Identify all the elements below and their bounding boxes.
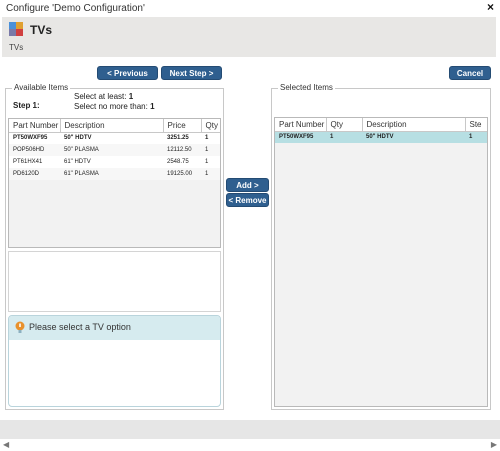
cell-qty: 1 xyxy=(201,156,220,168)
close-icon[interactable]: × xyxy=(487,1,494,13)
window-title: Configure 'Demo Configuration' xyxy=(6,3,145,14)
table-row[interactable]: PD6120D 61" PLASMA 19125.00 1 xyxy=(9,168,220,180)
cell-qty: 1 xyxy=(201,144,220,156)
cell-price: 3251.25 xyxy=(163,132,201,144)
cell-part-number: PT61HX41 xyxy=(9,156,60,168)
available-items-legend: Available Items xyxy=(12,83,71,92)
tv-config-icon xyxy=(9,22,23,36)
cell-description: 50" HDTV xyxy=(362,131,465,143)
scroll-right-icon[interactable]: ▶ xyxy=(491,440,497,449)
cell-part-number: PT50WXF95 xyxy=(9,132,60,144)
column-header-part-number[interactable]: Part Number xyxy=(275,118,327,132)
horizontal-scrollbar[interactable]: ◀ ▶ xyxy=(0,439,500,451)
selected-items-panel: Selected Items Part Number Qty Descripti… xyxy=(271,83,491,410)
select-no-more-than: Select no more than: 1 xyxy=(74,102,155,111)
cell-description: 61" PLASMA xyxy=(60,168,163,180)
select-at-least: Select at least: 1 xyxy=(74,92,134,101)
cell-description: 50" HDTV xyxy=(60,132,163,144)
scroll-left-icon[interactable]: ◀ xyxy=(3,440,9,449)
message-text: Please select a TV option xyxy=(29,322,131,332)
page-subtitle: TVs xyxy=(9,43,24,52)
available-items-panel: Available Items Step 1: Select at least:… xyxy=(5,83,224,410)
table-row[interactable]: POP506HD 50" PLASMA 12112.50 1 xyxy=(9,144,220,156)
table-row[interactable]: PT61HX41 61" HDTV 2548.75 1 xyxy=(9,156,220,168)
next-step-button[interactable]: Next Step > xyxy=(161,66,222,80)
table-row[interactable]: PT50WXF95 1 50" HDTV 1 xyxy=(275,131,487,143)
cell-price: 19125.00 xyxy=(163,168,201,180)
column-header-qty[interactable]: Qty xyxy=(326,118,363,132)
cell-price: 2548.75 xyxy=(163,156,201,168)
column-header-qty[interactable]: Qty xyxy=(201,119,220,133)
cell-part-number: POP506HD xyxy=(9,144,60,156)
previous-step-button[interactable]: < Previous Step xyxy=(97,66,158,91)
cell-qty: 1 xyxy=(201,168,220,180)
message-header: Please select a TV option xyxy=(9,316,220,340)
footer-bar xyxy=(0,420,500,439)
cell-description: 50" PLASMA xyxy=(60,144,163,156)
selected-items-legend: Selected Items xyxy=(278,83,335,92)
cell-description: 61" HDTV xyxy=(60,156,163,168)
step-header: TVs TVs xyxy=(2,17,496,57)
cell-qty: 1 xyxy=(201,132,220,144)
info-badge-icon xyxy=(15,321,25,333)
column-header-ste[interactable]: Ste xyxy=(465,118,487,132)
column-header-part-number[interactable]: Part Number xyxy=(9,119,61,133)
column-header-price[interactable]: Price xyxy=(163,119,202,133)
add-button[interactable]: Add > xyxy=(226,178,269,192)
cell-qty: 1 xyxy=(326,131,362,143)
available-items-grid: Part Number Description Price Qty PT50WX… xyxy=(8,118,221,248)
cell-part-number: PD6120D xyxy=(9,168,60,180)
item-details-area xyxy=(8,251,221,312)
cancel-button[interactable]: Cancel xyxy=(449,66,491,80)
table-row[interactable]: PT50WXF95 50" HDTV 3251.25 1 xyxy=(9,132,220,144)
selected-items-grid: Part Number Qty Description Ste PT50WXF9… xyxy=(274,117,488,407)
column-header-description[interactable]: Description xyxy=(362,118,466,132)
cell-ste: 1 xyxy=(465,131,487,143)
cell-part-number: PT50WXF95 xyxy=(275,131,326,143)
page-title: TVs xyxy=(30,23,53,37)
step-label: Step 1: xyxy=(13,101,40,110)
message-box: Please select a TV option xyxy=(8,315,221,407)
cell-price: 12112.50 xyxy=(163,144,201,156)
window-titlebar: Configure 'Demo Configuration' × xyxy=(0,0,500,16)
remove-button[interactable]: < Remove xyxy=(226,193,269,207)
column-header-description[interactable]: Description xyxy=(60,119,164,133)
